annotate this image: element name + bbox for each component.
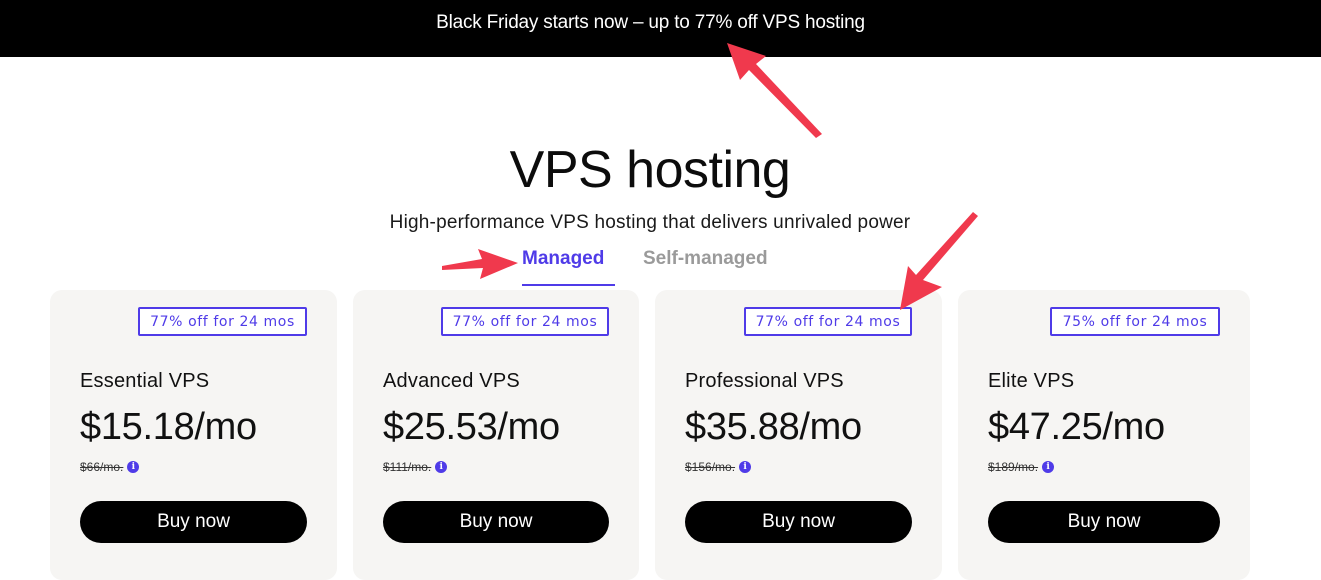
old-price-row: $111/mo. i (383, 460, 448, 474)
discount-badge: 77% off for 24 mos (744, 307, 912, 336)
info-icon[interactable]: i (1042, 461, 1055, 473)
plan-card-professional: 77% off for 24 mos Professional VPS $35.… (655, 290, 942, 580)
tab-managed[interactable]: Managed (522, 248, 615, 286)
plan-price: $35.88/mo (685, 406, 862, 448)
old-price-row: $66/mo. i (80, 460, 140, 474)
discount-badge: 77% off for 24 mos (441, 307, 609, 336)
plan-card-advanced: 77% off for 24 mos Advanced VPS $25.53/m… (353, 290, 639, 580)
page-title: VPS hosting (509, 141, 791, 199)
plan-name: Professional VPS (685, 370, 844, 392)
plan-card-essential: 77% off for 24 mos Essential VPS $15.18/… (50, 290, 337, 580)
page-subtitle: High-performance VPS hosting that delive… (389, 212, 911, 233)
info-icon[interactable]: i (435, 461, 448, 473)
info-icon[interactable]: i (127, 461, 140, 473)
buy-now-button[interactable]: Buy now (80, 501, 307, 543)
red-arrow-icon (727, 43, 822, 138)
plan-name: Essential VPS (80, 370, 210, 392)
promo-banner[interactable]: Black Friday starts now – up to 77% off … (0, 0, 1321, 57)
buy-now-button[interactable]: Buy now (685, 501, 912, 543)
discount-badge: 77% off for 24 mos (138, 307, 307, 336)
plan-price: $15.18/mo (80, 406, 257, 448)
plan-name: Advanced VPS (383, 370, 520, 392)
old-price-row: $156/mo. i (685, 460, 752, 474)
promo-text: Black Friday starts now – up to 77% off … (436, 11, 865, 33)
old-price: $111/mo. (383, 460, 432, 474)
tab-self-managed[interactable]: Self-managed (643, 248, 768, 284)
buy-now-button[interactable]: Buy now (988, 501, 1220, 543)
plan-card-elite: 75% off for 24 mos Elite VPS $47.25/mo $… (958, 290, 1250, 580)
plan-price: $47.25/mo (988, 406, 1165, 448)
old-price-row: $189/mo. i (988, 460, 1055, 474)
plan-name: Elite VPS (988, 370, 1075, 392)
old-price: $66/mo. (80, 460, 124, 474)
old-price: $156/mo. (685, 460, 736, 474)
info-icon[interactable]: i (739, 461, 752, 473)
discount-badge: 75% off for 24 mos (1050, 307, 1220, 336)
plan-price: $25.53/mo (383, 406, 560, 448)
plan-type-tabs: Managed Self-managed (0, 248, 1321, 292)
buy-now-button[interactable]: Buy now (383, 501, 609, 543)
old-price: $189/mo. (988, 460, 1039, 474)
